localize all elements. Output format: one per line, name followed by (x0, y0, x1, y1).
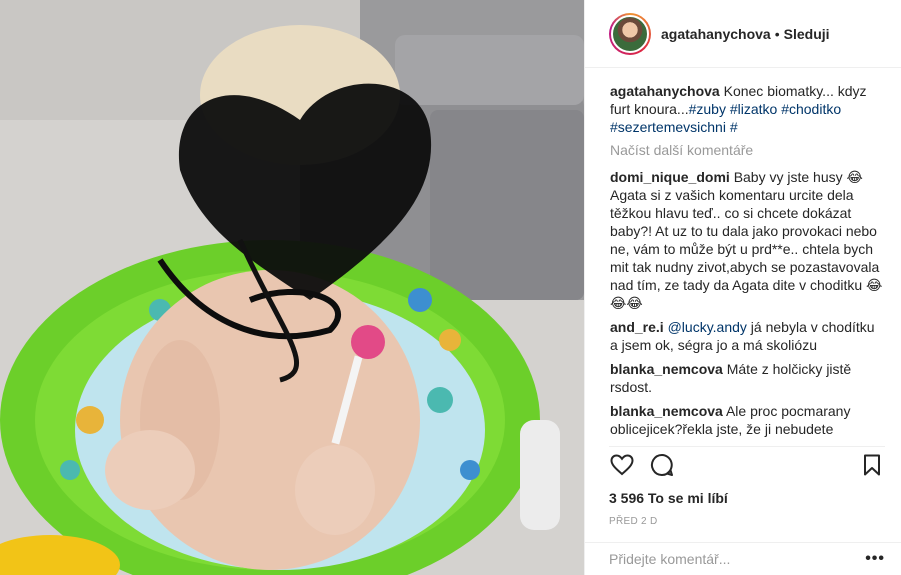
post-header: agatahanychova • Sleduji (585, 0, 901, 68)
hashtag-link[interactable]: #sezertemevsichni (610, 119, 726, 135)
comment-username[interactable]: domi_nique_domi (610, 169, 730, 185)
comment-item: blanka_nemcova Ale proc pocmarany oblice… (610, 402, 885, 442)
header-separator: • (774, 25, 780, 42)
comment-username[interactable]: blanka_nemcova (610, 403, 723, 419)
avatar[interactable] (609, 12, 651, 55)
save-button[interactable] (859, 452, 885, 478)
instagram-post: agatahanychova • Sleduji agatahanychova … (0, 0, 901, 575)
caption-username[interactable]: agatahanychova (610, 83, 720, 99)
load-more-comments[interactable]: Načíst další komentáře (610, 142, 885, 158)
add-comment-bar: ••• (585, 542, 901, 575)
bookmark-icon (864, 454, 880, 475)
hashtag-link[interactable]: #zuby (689, 101, 726, 117)
comment-button[interactable] (649, 452, 675, 478)
post-time[interactable]: PŘED 2 D (609, 516, 658, 527)
avatar-image (611, 14, 649, 53)
more-options-icon[interactable]: ••• (865, 550, 885, 568)
hashtag-link[interactable]: #lizatko (730, 101, 777, 117)
hashtag-link[interactable]: # (730, 119, 738, 135)
comment-username[interactable]: blanka_nemcova (610, 361, 723, 377)
comment-item: and_re.i @lucky.andy já nebyla v chodítk… (610, 318, 885, 354)
comments-list[interactable]: agatahanychova Konec biomatky... kdyz fu… (585, 68, 901, 442)
comment-text: Baby vy jste husy 😂 Agata si z vašich ko… (610, 169, 883, 311)
like-button[interactable] (609, 452, 635, 478)
comment-item: blanka_nemcova Máte z holčicky jistě rsd… (610, 360, 885, 396)
likes-count[interactable]: 3 596 To se mi líbí (609, 490, 728, 506)
comment-username[interactable]: and_re.i (610, 319, 664, 335)
author-username[interactable]: agatahanychova (661, 26, 771, 42)
heart-icon (610, 453, 634, 475)
photo-illustration (0, 0, 584, 575)
comment-icon (650, 453, 673, 476)
hashtag-link[interactable]: #choditko (781, 101, 841, 117)
caption: agatahanychova Konec biomatky... kdyz fu… (610, 82, 885, 136)
comment-item: domi_nique_domi Baby vy jste husy 😂 Agat… (610, 168, 885, 312)
mention-link[interactable]: @lucky.andy (668, 319, 747, 335)
post-photo[interactable] (0, 0, 584, 575)
post-actions (609, 446, 885, 482)
comment-input[interactable] (609, 551, 859, 567)
follow-button[interactable]: Sleduji (784, 26, 830, 42)
post-sidebar: agatahanychova • Sleduji agatahanychova … (584, 0, 901, 575)
